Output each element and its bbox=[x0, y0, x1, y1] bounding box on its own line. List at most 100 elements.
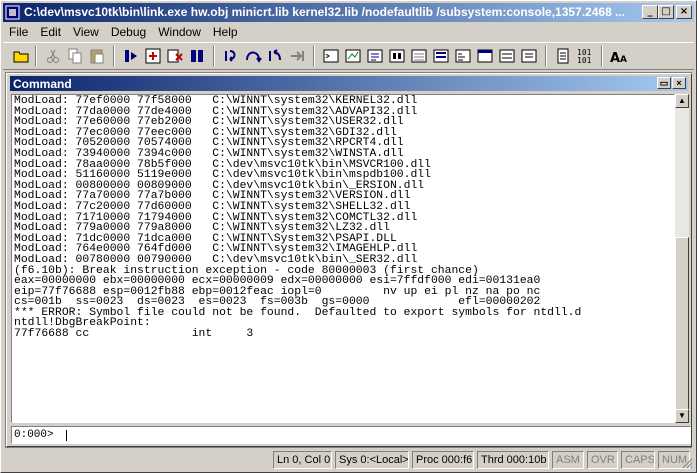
go-button[interactable] bbox=[121, 46, 141, 66]
command-window-icon bbox=[323, 49, 339, 63]
status-ovr: OVR bbox=[587, 451, 618, 469]
command-output[interactable]: ModLoad: 77ef0000 77f58000 C:\WINNT\syst… bbox=[11, 94, 675, 423]
maximize-button[interactable]: □ bbox=[658, 5, 674, 19]
break-icon bbox=[191, 50, 203, 62]
open-file-button[interactable] bbox=[11, 46, 31, 66]
locals-icon bbox=[367, 49, 383, 63]
call-stack-icon bbox=[433, 49, 449, 63]
step-out-icon bbox=[269, 49, 281, 61]
step-over-button[interactable] bbox=[243, 46, 263, 66]
menu-help[interactable]: Help bbox=[207, 23, 244, 39]
paste-icon bbox=[90, 49, 104, 64]
watch-window-button[interactable] bbox=[343, 46, 363, 66]
command-window-titlebar[interactable]: Command ▭ × bbox=[10, 76, 688, 91]
svg-text:101: 101 bbox=[577, 56, 592, 65]
toolbar-separator bbox=[35, 46, 37, 66]
font-button[interactable]: AA bbox=[609, 46, 629, 66]
step-out-button[interactable] bbox=[265, 46, 285, 66]
watch-icon bbox=[345, 49, 361, 63]
go-icon bbox=[125, 50, 137, 62]
registers-icon bbox=[389, 49, 405, 63]
output-line: ModLoad: 00780000 00790000 C:\dev\msvc10… bbox=[14, 253, 418, 266]
disassembly-icon bbox=[455, 49, 471, 63]
output-line: ModLoad: 77ef0000 77f58000 C:\WINNT\syst… bbox=[14, 95, 418, 107]
resize-grip-icon[interactable] bbox=[681, 457, 693, 469]
source-mode-icon bbox=[557, 48, 569, 64]
binary-icon: 101101 bbox=[577, 48, 592, 65]
svg-text:A: A bbox=[610, 51, 620, 66]
menu-file[interactable]: File bbox=[3, 23, 34, 39]
scratch-pad-icon bbox=[477, 49, 493, 63]
run-to-cursor-icon bbox=[291, 51, 304, 61]
scratch-pad-button[interactable] bbox=[475, 46, 495, 66]
status-thread: Thrd 000:10b bbox=[477, 451, 549, 469]
scroll-thumb[interactable] bbox=[675, 237, 689, 423]
command-window-menu-button[interactable]: ▭ bbox=[657, 77, 671, 89]
output-vertical-scrollbar[interactable]: ▲ ▼ bbox=[675, 94, 689, 423]
copy-button[interactable] bbox=[65, 46, 85, 66]
step-over-icon bbox=[246, 51, 262, 63]
memory-window-button[interactable] bbox=[409, 46, 429, 66]
command-input-bar: 0:000> bbox=[11, 426, 691, 444]
output-line: ModLoad: 77c20000 77d60000 C:\WINNT\syst… bbox=[14, 200, 411, 213]
window-titlebar[interactable]: C:\dev\msvc10tk\bin\link.exe hw.obj mini… bbox=[3, 3, 694, 22]
step-into-icon bbox=[225, 50, 236, 62]
hex-mode-button[interactable]: 101 101 bbox=[575, 46, 595, 66]
call-stack-window-button[interactable] bbox=[431, 46, 451, 66]
source-icon bbox=[521, 49, 537, 63]
text-caret bbox=[66, 430, 67, 441]
memory-icon bbox=[411, 49, 427, 63]
copy-icon bbox=[68, 48, 82, 64]
toolbar-separator bbox=[601, 46, 603, 66]
stop-icon bbox=[167, 49, 183, 63]
scroll-down-arrow[interactable]: ▼ bbox=[675, 409, 689, 423]
paste-button[interactable] bbox=[87, 46, 107, 66]
output-line: ModLoad: 73940000 7394c000 C:\WINNT\syst… bbox=[14, 147, 404, 160]
menu-bar: File Edit View Debug Window Help bbox=[3, 23, 694, 41]
menu-edit[interactable]: Edit bbox=[34, 23, 67, 39]
step-into-button[interactable] bbox=[221, 46, 241, 66]
status-caps: CAPS bbox=[621, 451, 655, 469]
output-line: 77f76688 cc int 3 bbox=[14, 328, 254, 341]
status-bar: Ln 0, Col 0 Sys 0:<Local> Proc 000:f6 Th… bbox=[3, 450, 694, 470]
menu-debug[interactable]: Debug bbox=[105, 23, 152, 39]
status-process: Proc 000:f6 bbox=[412, 451, 474, 469]
close-button[interactable]: × bbox=[676, 5, 692, 19]
scroll-up-arrow[interactable]: ▲ bbox=[675, 94, 689, 108]
toolbar-separator bbox=[213, 46, 215, 66]
svg-text:A: A bbox=[620, 55, 627, 65]
windbg-app-icon bbox=[5, 5, 20, 20]
toolbar: 101 101 AA bbox=[3, 42, 694, 70]
break-button[interactable] bbox=[187, 46, 207, 66]
minimize-button[interactable]: _ bbox=[642, 5, 658, 19]
status-line-col: Ln 0, Col 0 bbox=[273, 451, 332, 469]
status-system: Sys 0:<Local> bbox=[335, 451, 409, 469]
scissors-icon bbox=[47, 49, 59, 63]
processes-icon bbox=[499, 49, 515, 63]
source-mode-button[interactable] bbox=[553, 46, 573, 66]
toolbar-separator bbox=[113, 46, 115, 66]
command-window-title: Command bbox=[13, 77, 72, 91]
font-icon: AA bbox=[610, 51, 627, 66]
command-window-close-button[interactable]: × bbox=[672, 77, 686, 89]
command-prompt-label: 0:000> bbox=[14, 429, 54, 441]
stop-debugging-button[interactable] bbox=[165, 46, 185, 66]
locals-window-button[interactable] bbox=[365, 46, 385, 66]
menu-window[interactable]: Window bbox=[152, 23, 207, 39]
registers-window-button[interactable] bbox=[387, 46, 407, 66]
processes-window-button[interactable] bbox=[497, 46, 517, 66]
status-asm: ASM bbox=[552, 451, 584, 469]
restart-button[interactable] bbox=[143, 46, 163, 66]
run-to-cursor-button[interactable] bbox=[287, 46, 307, 66]
disassembly-window-button[interactable] bbox=[453, 46, 473, 66]
command-input[interactable] bbox=[64, 428, 684, 442]
command-window-button[interactable] bbox=[321, 46, 341, 66]
toolbar-separator bbox=[545, 46, 547, 66]
menu-view[interactable]: View bbox=[67, 23, 105, 39]
cut-button[interactable] bbox=[43, 46, 63, 66]
restart-icon bbox=[145, 48, 161, 64]
toolbar-separator bbox=[313, 46, 315, 66]
folder-open-icon bbox=[13, 51, 29, 63]
source-window-button[interactable] bbox=[519, 46, 539, 66]
command-window: Command ▭ × ModLoad: 77ef0000 77f58000 C… bbox=[6, 73, 692, 447]
